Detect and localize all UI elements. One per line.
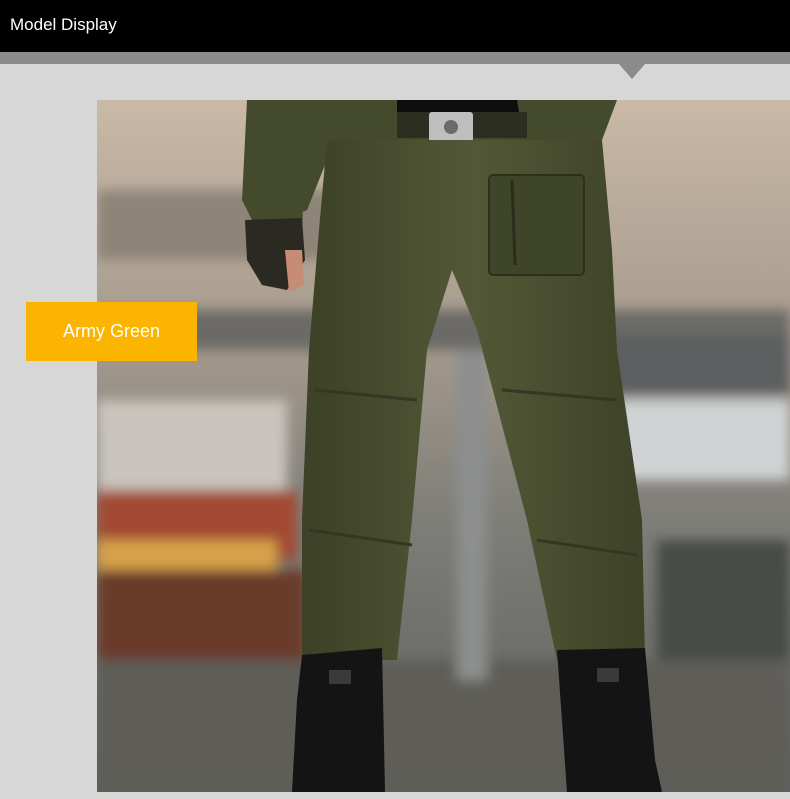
triangle-down-icon [619,64,645,79]
model-photo-illustration [97,100,790,792]
page-title: Model Display [10,15,117,34]
header-divider [0,52,790,64]
color-variant-label[interactable]: Army Green [26,302,197,361]
model-photo [97,100,790,792]
page-header: Model Display [0,0,790,52]
